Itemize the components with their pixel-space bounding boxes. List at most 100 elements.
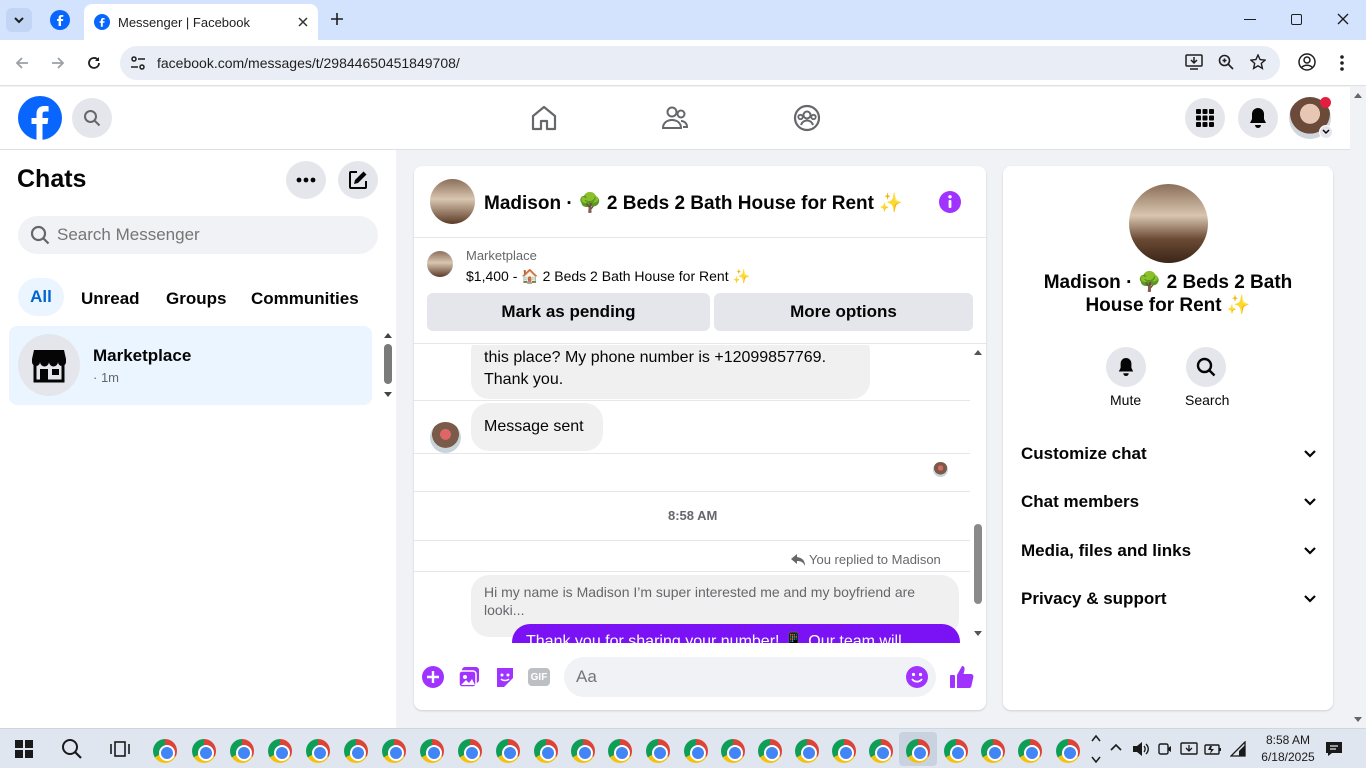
wifi-icon[interactable] (1230, 741, 1246, 757)
chrome-taskbar-icon[interactable] (795, 739, 819, 763)
message-input[interactable] (576, 667, 886, 687)
taskbar-date[interactable]: 6/18/2025 (1254, 750, 1322, 764)
chrome-taskbar-icon[interactable] (153, 739, 177, 763)
more-options-button[interactable]: More options (714, 293, 973, 331)
close-icon[interactable] (298, 17, 308, 27)
account-chevron[interactable] (1319, 125, 1333, 139)
facebook-pinned-tab[interactable] (50, 10, 70, 30)
received-message[interactable]: this place? My phone number is +12099857… (471, 345, 870, 399)
message-scrollbar[interactable] (970, 346, 986, 640)
new-tab-button[interactable] (330, 12, 344, 26)
bookmark-star-icon[interactable] (1250, 54, 1266, 70)
reload-icon[interactable] (86, 55, 102, 71)
info-icon[interactable] (938, 190, 962, 214)
chrome-taskbar-icon[interactable] (420, 739, 444, 763)
chrome-taskbar-icon[interactable] (496, 739, 520, 763)
chrome-taskbar-icon[interactable] (758, 739, 782, 763)
minimize-button[interactable] (1244, 19, 1256, 20)
filter-unread[interactable]: Unread (81, 289, 140, 309)
sticker-icon[interactable] (494, 666, 516, 688)
chrome-taskbar-icon[interactable] (1018, 739, 1042, 763)
task-view-icon[interactable] (110, 740, 130, 758)
listing-thumbnail[interactable] (427, 251, 453, 277)
screen-icon[interactable] (1180, 741, 1198, 757)
chat-list-item[interactable]: Marketplace · 1m (9, 326, 372, 405)
meet-icon[interactable] (1158, 741, 1172, 757)
chrome-taskbar-icon[interactable] (944, 739, 968, 763)
chrome-taskbar-icon[interactable] (869, 739, 893, 763)
thumbs-up-icon[interactable] (949, 664, 975, 690)
filter-all[interactable]: All (18, 278, 64, 316)
taskbar-time[interactable]: 8:58 AM (1258, 733, 1318, 747)
volume-icon[interactable] (1132, 741, 1150, 757)
photo-icon[interactable] (458, 666, 480, 688)
chrome-taskbar-icon[interactable] (268, 739, 292, 763)
chat-list-scrollbar[interactable] (380, 332, 396, 400)
menu-button[interactable] (1185, 98, 1225, 138)
notification-center-icon[interactable] (1325, 741, 1343, 757)
profile-icon[interactable] (1298, 53, 1316, 71)
listing-text[interactable]: $1,400 - 🏠 2 Beds 2 Bath House for Rent … (466, 268, 750, 285)
home-icon[interactable] (530, 104, 558, 132)
url-bar[interactable]: facebook.com/messages/t/2984465045184970… (120, 46, 1280, 80)
customize-chat-section[interactable]: Customize chat (1021, 439, 1317, 469)
mute-button[interactable] (1106, 347, 1146, 387)
restore-button[interactable] (1291, 14, 1302, 25)
media-files-links-section[interactable]: Media, files and links (1021, 536, 1317, 566)
windows-start-icon[interactable] (15, 740, 33, 758)
chrome-taskbar-icon[interactable] (832, 739, 856, 763)
chrome-taskbar-icon[interactable] (721, 739, 745, 763)
chrome-taskbar-icon[interactable] (458, 739, 482, 763)
message-input-wrapper[interactable] (564, 657, 936, 697)
details-avatar[interactable] (1129, 184, 1208, 263)
gif-button[interactable]: GIF (528, 668, 550, 686)
search-conversation-button[interactable] (1186, 347, 1226, 387)
chrome-taskbar-icon[interactable] (230, 739, 254, 763)
chrome-taskbar-icon[interactable] (534, 739, 558, 763)
window-close-button[interactable] (1337, 13, 1349, 25)
taskbar-search-icon[interactable] (61, 738, 83, 760)
chrome-taskbar-icon[interactable] (906, 739, 930, 763)
chrome-taskbar-icon[interactable] (344, 739, 368, 763)
conversation-title[interactable]: Madison · 🌳 2 Beds 2 Bath House for Rent… (484, 191, 903, 215)
chrome-taskbar-icon[interactable] (684, 739, 708, 763)
sent-message[interactable]: Thank you for sharing your number! 📱 Our… (512, 624, 960, 643)
show-hidden-icons[interactable] (1110, 743, 1122, 751)
facebook-search-button[interactable] (72, 98, 112, 138)
page-scrollbar[interactable] (1350, 87, 1366, 728)
chrome-taskbar-icon[interactable] (646, 739, 670, 763)
emoji-icon[interactable] (906, 666, 928, 688)
search-messenger-input[interactable] (57, 225, 357, 245)
privacy-support-section[interactable]: Privacy & support (1021, 584, 1317, 614)
chrome-taskbar-icon[interactable] (608, 739, 632, 763)
received-message[interactable]: Message sent (471, 403, 603, 451)
site-info-icon[interactable] (130, 56, 146, 70)
taskbar-scroll-icon[interactable] (1091, 733, 1101, 765)
chrome-taskbar-icon[interactable] (192, 739, 216, 763)
chrome-taskbar-icon[interactable] (382, 739, 406, 763)
chrome-taskbar-icon[interactable] (981, 739, 1005, 763)
filter-communities[interactable]: Communities (251, 289, 359, 309)
back-icon[interactable] (14, 55, 30, 71)
facebook-logo-icon[interactable] (18, 96, 62, 140)
chat-options-button[interactable] (286, 161, 326, 199)
chat-members-section[interactable]: Chat members (1021, 487, 1317, 517)
mark-pending-button[interactable]: Mark as pending (427, 293, 710, 331)
forward-icon[interactable] (50, 55, 66, 71)
install-app-icon[interactable] (1185, 54, 1203, 70)
groups-icon[interactable] (793, 104, 821, 132)
contact-avatar[interactable] (430, 179, 475, 224)
filter-groups[interactable]: Groups (166, 289, 226, 309)
add-attachment-icon[interactable] (422, 666, 444, 688)
tab-search-button[interactable] (6, 8, 32, 32)
friends-icon[interactable] (661, 104, 689, 132)
chrome-taskbar-icon[interactable] (306, 739, 330, 763)
notifications-button[interactable] (1238, 98, 1278, 138)
new-message-button[interactable] (338, 161, 378, 199)
search-messenger-field[interactable] (18, 216, 378, 254)
battery-icon[interactable] (1204, 742, 1222, 756)
chrome-taskbar-icon[interactable] (571, 739, 595, 763)
kebab-menu-icon[interactable] (1339, 54, 1345, 72)
zoom-icon[interactable] (1218, 54, 1234, 70)
active-tab[interactable]: Messenger | Facebook (84, 4, 318, 40)
